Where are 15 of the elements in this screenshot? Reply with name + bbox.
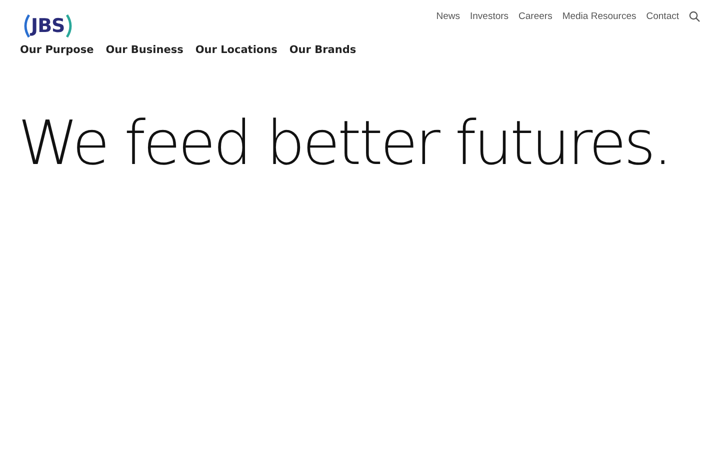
utility-link[interactable]: Contact <box>646 11 679 22</box>
utility-link[interactable]: Media Resources <box>562 11 636 22</box>
nav-link[interactable]: Our Purpose <box>20 44 94 56</box>
logo[interactable]: JBS <box>22 14 74 38</box>
search-icon[interactable] <box>689 11 700 22</box>
nav-link[interactable]: Our Brands <box>289 44 356 56</box>
nav-link[interactable]: Our Locations <box>195 44 278 56</box>
utility-link[interactable]: Careers <box>518 11 552 22</box>
utility-link[interactable]: Investors <box>470 11 509 22</box>
bracket-icon <box>66 14 74 38</box>
nav-link[interactable]: Our Business <box>106 44 184 56</box>
utility-link[interactable]: News <box>436 11 460 22</box>
headline: We feed better futures. <box>18 108 670 179</box>
bracket-icon <box>22 14 30 38</box>
logo-text: JBS <box>31 15 65 37</box>
